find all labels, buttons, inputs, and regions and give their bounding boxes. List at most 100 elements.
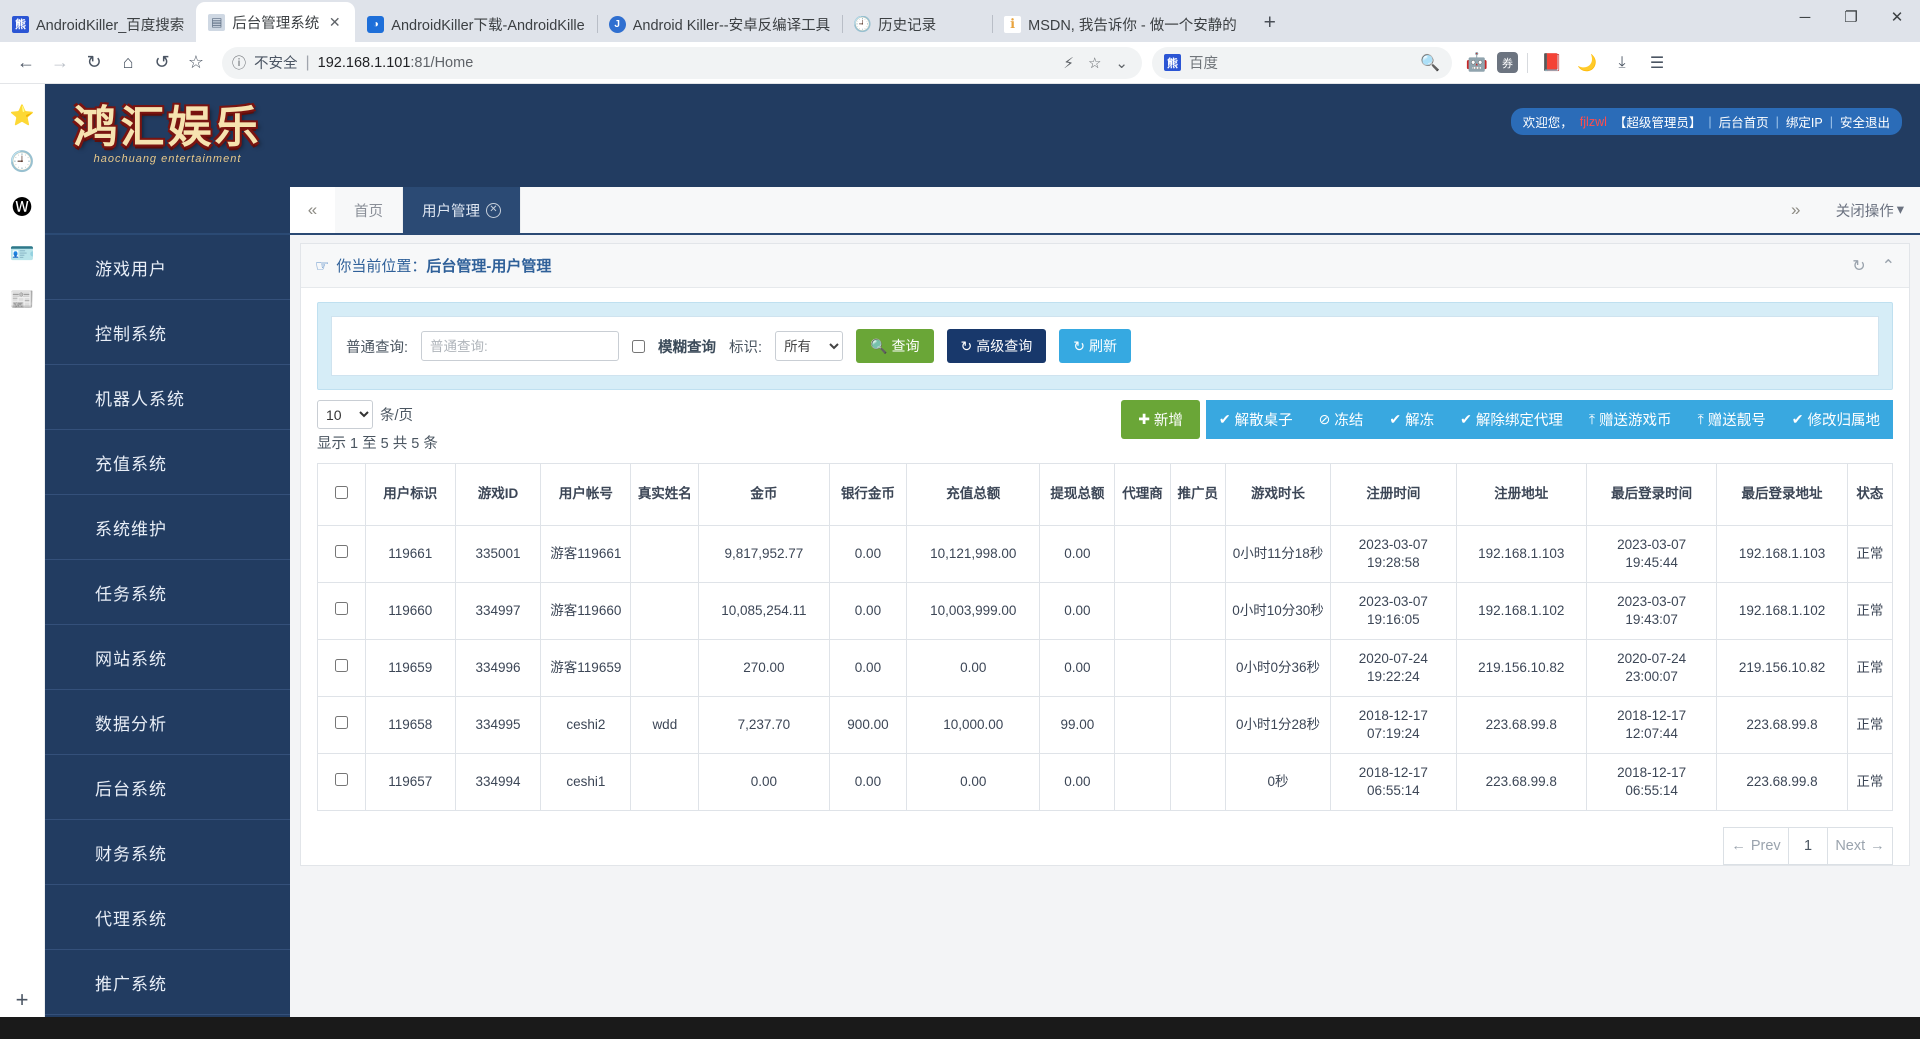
close-operations-dropdown[interactable]: 关闭操作 ▾ xyxy=(1820,200,1920,221)
browser-tab-2[interactable]: ◑ AndroidKiller下载-AndroidKille xyxy=(355,6,596,42)
sidebar-item-agent-system[interactable]: 代理系统 xyxy=(45,885,290,950)
pdf-icon[interactable]: 📕 xyxy=(1537,48,1567,78)
price-robot-icon[interactable]: 🤖 xyxy=(1462,48,1492,78)
coupon-icon[interactable]: 券 xyxy=(1497,52,1518,73)
bookmark-star-icon[interactable]: ☆ xyxy=(180,47,212,79)
browser-search-box[interactable]: 熊 百度 🔍 xyxy=(1152,47,1452,79)
sidebar-item-control-system[interactable]: 控制系统 xyxy=(45,300,290,365)
table-row[interactable]: 119658 334995 ceshi2 wdd 7,237.70 900.00… xyxy=(318,697,1893,754)
add-bookmark-icon[interactable]: + xyxy=(16,987,29,1013)
search-input[interactable]: 百度 xyxy=(1189,52,1412,73)
row-checkbox[interactable] xyxy=(335,659,348,672)
gift-game-coin-button[interactable]: ⤒ 赠送游戏币 xyxy=(1576,400,1685,439)
table-row[interactable]: 119659 334996 游客119659 270.00 0.00 0.00 … xyxy=(318,640,1893,697)
sidebar-item-finance-system[interactable]: 财务系统 xyxy=(45,820,290,885)
next-page-button[interactable]: Next → xyxy=(1827,827,1893,865)
add-button[interactable]: ✚ 新增 xyxy=(1121,400,1200,439)
news-icon[interactable]: 📰 xyxy=(10,290,35,310)
cell-withdraw-total: 99.00 xyxy=(1040,697,1115,754)
cell-reg-time: 2023-03-07 19:28:58 xyxy=(1331,526,1456,583)
sidebar-item-game-users[interactable]: 游戏用户 xyxy=(45,235,290,300)
page-number-button[interactable]: 1 xyxy=(1789,827,1827,865)
sidebar-item-recharge-system[interactable]: 充值系统 xyxy=(45,430,290,495)
sidebar-item-website-system[interactable]: 网站系统 xyxy=(45,625,290,690)
dissolve-table-button[interactable]: ✔ 解散桌子 xyxy=(1206,400,1306,439)
col-reg-ip: 注册地址 xyxy=(1456,464,1586,526)
tabstrip-next-icon[interactable]: » xyxy=(1772,200,1820,220)
minimize-button[interactable]: ─ xyxy=(1782,0,1828,34)
app-tab-user-management[interactable]: 用户管理 ✕ xyxy=(403,187,521,233)
row-checkbox[interactable] xyxy=(335,773,348,786)
browser-tab-1[interactable]: ▤ 后台管理系统 ✕ xyxy=(196,2,355,42)
row-checkbox[interactable] xyxy=(335,545,348,558)
collapse-icon[interactable]: ⌃ xyxy=(1882,256,1895,276)
site-info-icon[interactable]: ⓘ xyxy=(232,53,246,73)
unbind-agent-button[interactable]: ✔ 解除绑定代理 xyxy=(1447,400,1576,439)
app-tab-home[interactable]: 首页 xyxy=(335,187,403,233)
lightning-icon[interactable]: ⚡ xyxy=(1063,54,1074,72)
link-bind-ip[interactable]: 绑定IP xyxy=(1786,112,1823,131)
freeze-button[interactable]: ⊘ 冻结 xyxy=(1306,400,1377,439)
history-back-icon[interactable]: ↺ xyxy=(146,47,178,79)
browser-tab-0[interactable]: 熊 AndroidKiller_百度搜索 xyxy=(0,6,196,42)
sidebar-item-promotion-system[interactable]: 推广系统 xyxy=(45,950,290,1015)
back-icon[interactable]: ← xyxy=(10,47,42,79)
refresh-icon[interactable]: ↻ xyxy=(1852,256,1865,276)
link-safe-logout[interactable]: 安全退出 xyxy=(1840,112,1890,131)
gift-vanity-id-button[interactable]: ⤒ 赠送靓号 xyxy=(1685,400,1779,439)
sidebar-item-task-system[interactable]: 任务系统 xyxy=(45,560,290,625)
advanced-query-button[interactable]: ↻ 高级查询 xyxy=(947,329,1047,363)
refresh-button[interactable]: ↻ 刷新 xyxy=(1059,329,1131,363)
card-icon[interactable]: 🪪 xyxy=(10,244,35,264)
star-icon[interactable]: ☆ xyxy=(1088,54,1101,72)
row-checkbox[interactable] xyxy=(335,716,348,729)
reload-icon[interactable]: ↻ xyxy=(78,47,110,79)
row-checkbox[interactable] xyxy=(335,602,348,615)
page-body: ⭐ 🕘 🅦 🪪 📰 + 鸿汇娱乐 haochuang entertainment… xyxy=(0,84,1920,1039)
fuzzy-search-checkbox[interactable] xyxy=(632,340,645,353)
tab-close-icon[interactable]: ✕ xyxy=(326,14,343,31)
table-row[interactable]: 119661 335001 游客119661 9,817,952.77 0.00… xyxy=(318,526,1893,583)
browser-tab-5[interactable]: ℹ MSDN, 我告诉你 - 做一个安静的 xyxy=(992,6,1249,42)
app-tab-close-icon[interactable]: ✕ xyxy=(486,203,501,218)
cell-last-login-ip: 192.168.1.103 xyxy=(1717,526,1847,583)
app-tab-label: 用户管理 xyxy=(422,200,480,221)
unfreeze-button[interactable]: ✔ 解冻 xyxy=(1376,400,1447,439)
search-input[interactable] xyxy=(421,331,619,361)
cell-game-id: 334996 xyxy=(455,640,540,697)
forward-icon[interactable]: → xyxy=(44,47,76,79)
table-row[interactable]: 119657 334994 ceshi1 0.00 0.00 0.00 0.00 xyxy=(318,754,1893,811)
androidkiller-favicon: ◑ xyxy=(367,16,384,33)
browser-tab-4[interactable]: 🕘 历史记录 xyxy=(842,6,992,42)
dark-mode-moon-icon[interactable]: 🌙 xyxy=(1572,48,1602,78)
sidebar-item-backend-system[interactable]: 后台系统 xyxy=(45,755,290,820)
link-backend-home[interactable]: 后台首页 xyxy=(1719,112,1769,131)
table-row[interactable]: 119660 334997 游客119660 10,085,254.11 0.0… xyxy=(318,583,1893,640)
sidebar-item-data-analysis[interactable]: 数据分析 xyxy=(45,690,290,755)
new-tab-button[interactable]: + xyxy=(1255,8,1285,38)
flag-select[interactable]: 所有 xyxy=(775,331,843,361)
pointing-hand-icon: ☞ xyxy=(315,256,329,276)
prev-page-button[interactable]: ← Prev xyxy=(1723,827,1789,865)
weibo-icon[interactable]: 🅦 xyxy=(12,198,32,218)
menu-hamburger-icon[interactable]: ☰ xyxy=(1642,48,1672,78)
star-icon[interactable]: ⭐ xyxy=(10,106,35,126)
chevron-down-icon[interactable]: ⌄ xyxy=(1115,54,1128,72)
tabstrip-prev-icon[interactable]: « xyxy=(290,187,335,233)
search-icon[interactable]: 🔍 xyxy=(1420,53,1440,73)
address-bar[interactable]: ⓘ 不安全 | 192.168.1.101:81/Home ⚡ ☆ ⌄ xyxy=(222,47,1142,79)
history-icon[interactable]: 🕘 xyxy=(10,152,35,172)
close-window-button[interactable]: ✕ xyxy=(1874,0,1920,34)
sidebar-item-robot-system[interactable]: 机器人系统 xyxy=(45,365,290,430)
sidebar-item-system-maintenance[interactable]: 系统维护 xyxy=(45,495,290,560)
cell-withdraw-total: 0.00 xyxy=(1040,640,1115,697)
query-button[interactable]: 🔍 查询 xyxy=(856,329,933,363)
maximize-button[interactable]: ❐ xyxy=(1828,0,1874,34)
page-size-select[interactable]: 10 xyxy=(317,400,373,429)
select-all-checkbox[interactable] xyxy=(335,486,348,499)
download-icon[interactable]: ⤓ xyxy=(1607,48,1637,78)
modify-location-button[interactable]: ✔ 修改归属地 xyxy=(1779,400,1893,439)
search-icon: 🔍 xyxy=(870,338,887,355)
browser-tab-3[interactable]: J Android Killer--安卓反编译工具 xyxy=(597,6,842,42)
home-icon[interactable]: ⌂ xyxy=(112,47,144,79)
